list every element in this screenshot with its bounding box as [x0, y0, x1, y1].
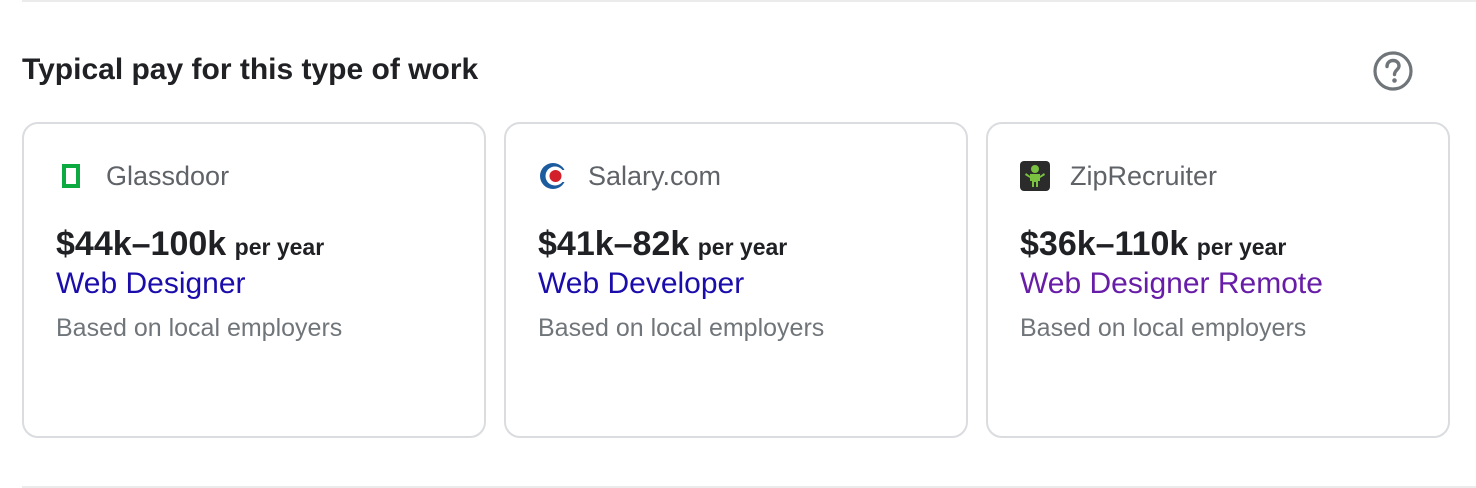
help-button[interactable]: [1372, 50, 1414, 92]
source-name: Glassdoor: [106, 161, 230, 191]
section-header: Typical pay for this type of work: [22, 48, 1446, 94]
pay-period: per year: [697, 234, 788, 260]
job-title-link[interactable]: Web Developer: [538, 266, 744, 302]
ziprecruiter-logo-icon: [1020, 161, 1050, 191]
basis-text: Based on local employers: [1020, 314, 1307, 342]
basis-text: Based on local employers: [538, 314, 825, 342]
salary-com-logo-icon: [538, 161, 568, 191]
source-name: Salary.com: [588, 161, 722, 191]
salary-panel: Typical pay for this type of work Glassd…: [0, 0, 1476, 488]
basis-text: Based on local employers: [56, 314, 343, 342]
pay-line: $44k–100k per year: [56, 224, 324, 271]
job-title-link[interactable]: Web Designer Remote: [1020, 266, 1323, 302]
job-title-link[interactable]: Web Designer: [56, 266, 246, 302]
pay-range: $44k–100k: [56, 225, 227, 263]
salary-card-glassdoor[interactable]: Glassdoor $44k–100k per year Web Designe…: [22, 122, 486, 438]
section-title: Typical pay for this type of work: [22, 53, 479, 86]
source-row: ZipRecruiter: [1020, 158, 1217, 194]
pay-range: $36k–110k: [1020, 225, 1189, 263]
source-name: ZipRecruiter: [1070, 161, 1218, 191]
source-row: Salary.com: [538, 158, 721, 194]
top-divider: [22, 0, 1476, 2]
help-circle-icon: [1373, 51, 1413, 91]
pay-line: $41k–82k per year: [538, 224, 787, 271]
pay-period: per year: [1196, 234, 1287, 260]
salary-card-ziprecruiter[interactable]: ZipRecruiter $36k–110k per year Web Desi…: [986, 122, 1450, 438]
pay-line: $36k–110k per year: [1020, 224, 1286, 271]
glassdoor-logo-icon: [56, 161, 86, 191]
salary-cards: Glassdoor $44k–100k per year Web Designe…: [22, 122, 1450, 438]
pay-range: $41k–82k: [538, 225, 690, 263]
source-row: Glassdoor: [56, 158, 229, 194]
salary-card-salary-com[interactable]: Salary.com $41k–82k per year Web Develop…: [504, 122, 968, 438]
pay-period: per year: [234, 234, 325, 260]
